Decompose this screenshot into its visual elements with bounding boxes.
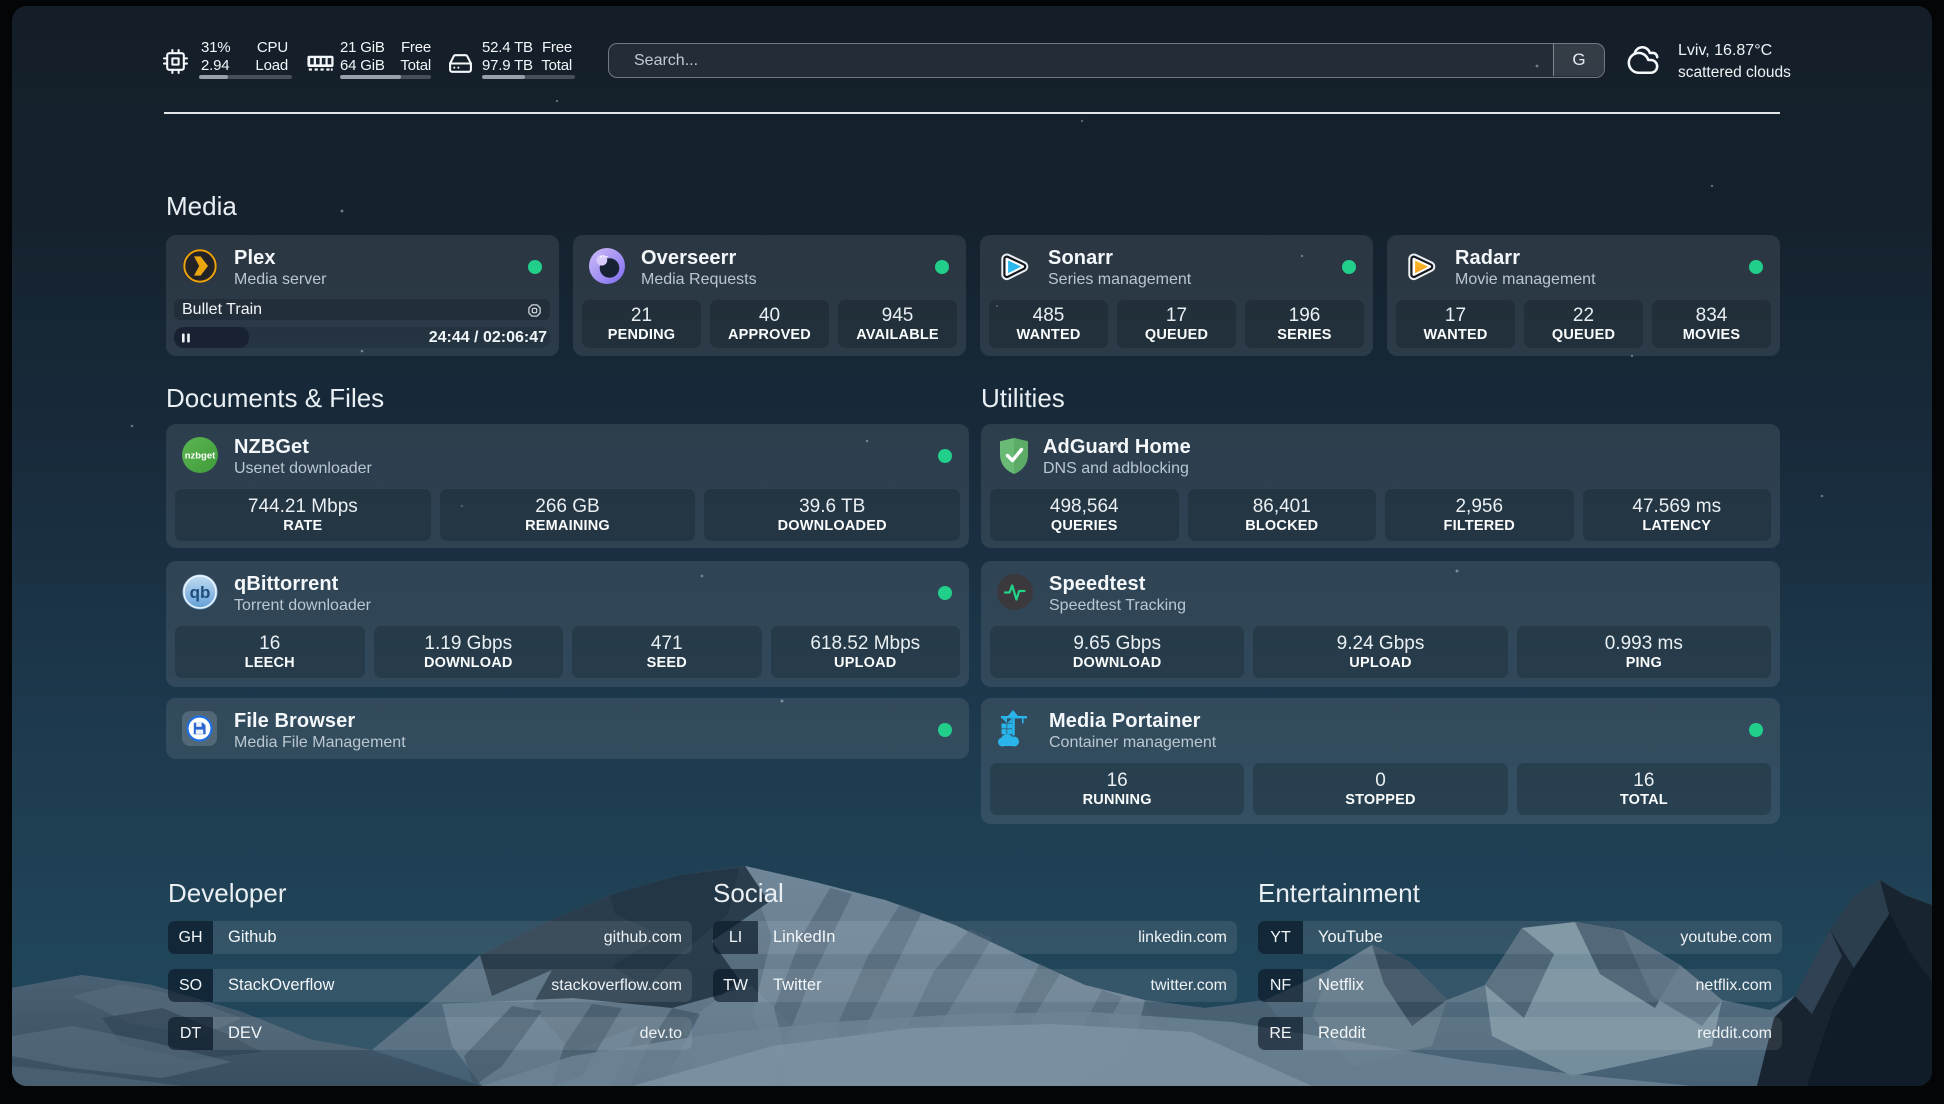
svg-text:qb: qb [190, 583, 211, 602]
svg-text:nzbget: nzbget [185, 451, 216, 462]
